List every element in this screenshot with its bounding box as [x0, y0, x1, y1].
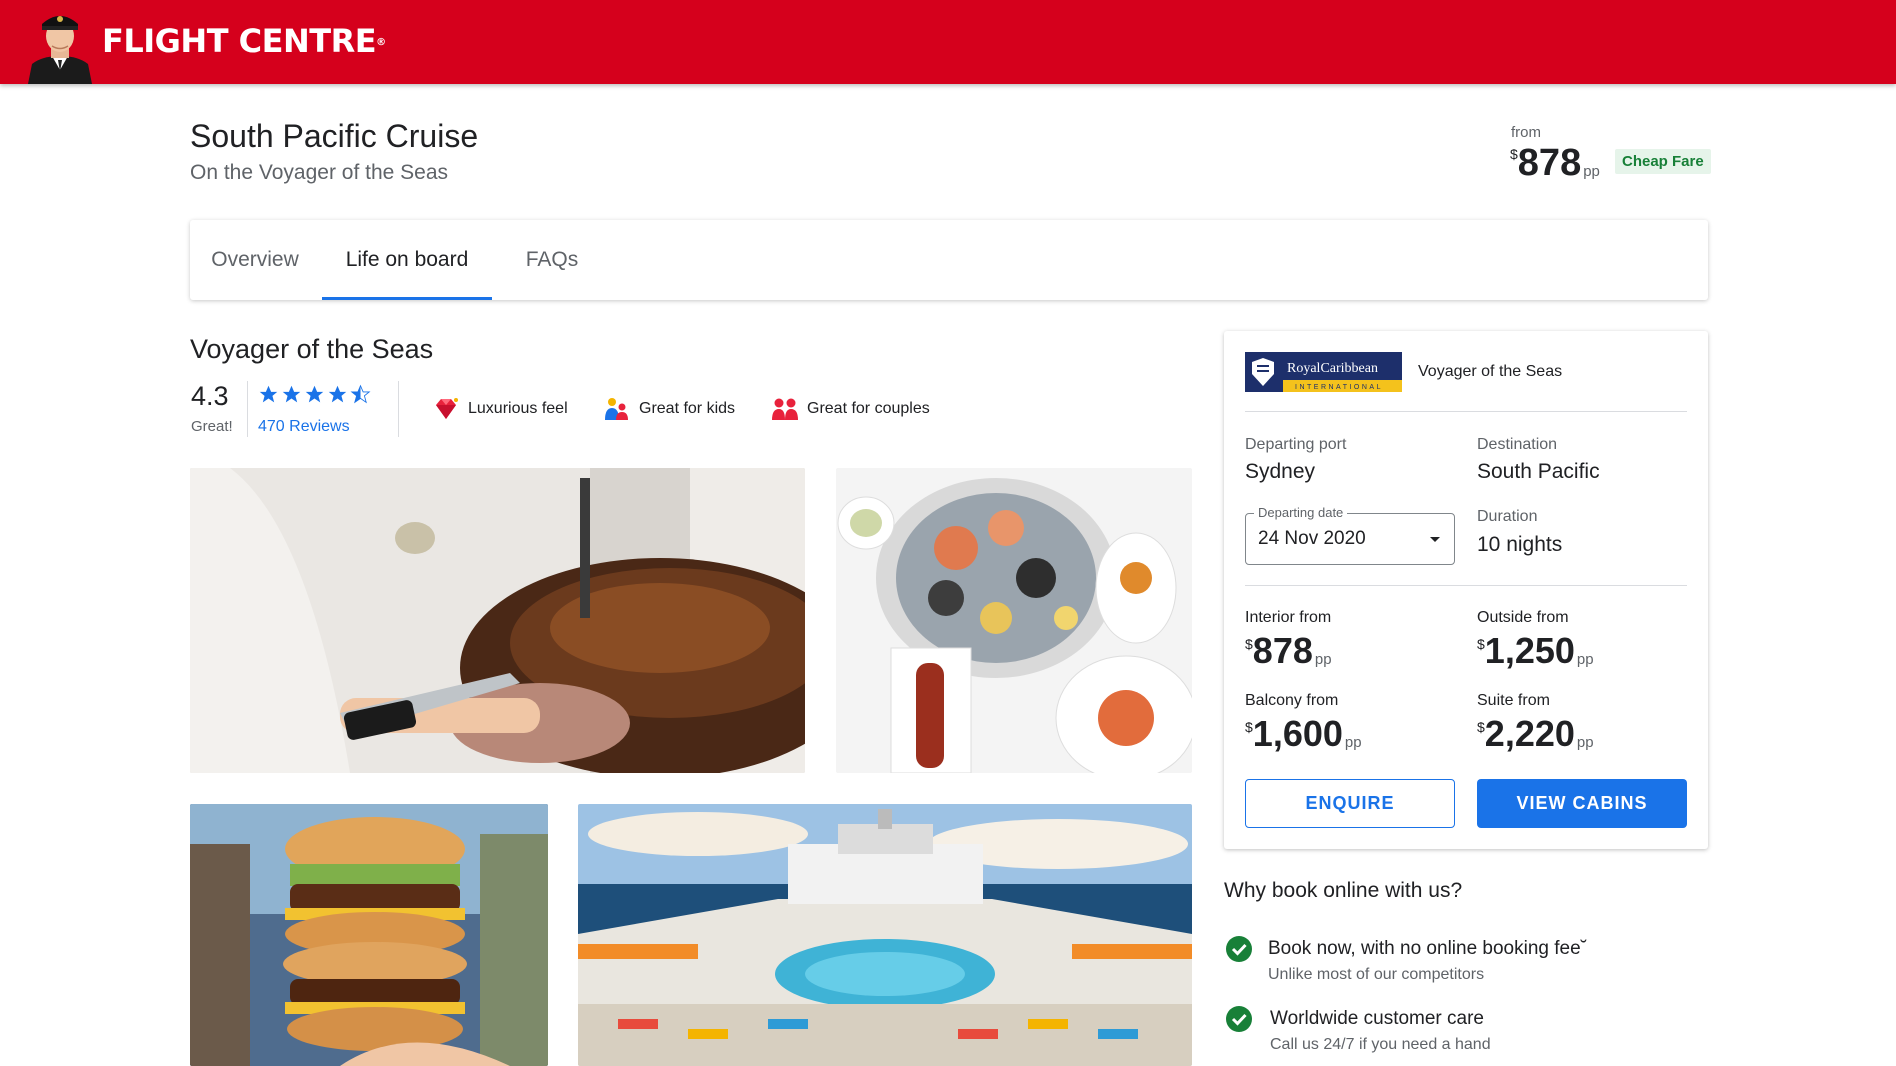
star-icon: [259, 385, 278, 403]
brand-logo[interactable]: FLIGHT CENTRE®: [102, 20, 386, 62]
currency-symbol: $: [1510, 146, 1518, 162]
why-item-subtitle: Unlike most of our competitors: [1268, 966, 1485, 983]
cabin-price: $ 2,220 pp: [1477, 714, 1594, 754]
tab-bar: Overview Life on board FAQs: [190, 220, 1708, 300]
pool-deck-image: [578, 804, 1192, 1066]
cabin-price-amount: 1,600: [1252, 713, 1343, 754]
chevron-down-icon: [1430, 537, 1440, 542]
departing-date-label: Departing date: [1254, 505, 1348, 520]
departing-port-value: Sydney: [1245, 460, 1316, 483]
burger-image: [190, 804, 548, 1066]
star-icon: [305, 385, 324, 403]
diamond-icon: [436, 398, 458, 419]
cabin-price-amount: 2,220: [1484, 713, 1575, 754]
check-circle-icon: [1226, 936, 1252, 962]
price-from-label: from: [1511, 124, 1541, 141]
destination-value: South Pacific: [1477, 460, 1600, 483]
departing-date-select[interactable]: Departing date 24 Nov 2020: [1245, 505, 1455, 565]
feature-luxurious: Luxurious feel: [432, 396, 568, 422]
feature-label: Great for couples: [807, 400, 930, 417]
duration-value: 10 nights: [1477, 533, 1563, 556]
per-person-label: pp: [1576, 734, 1594, 751]
page-title: South Pacific Cruise: [190, 118, 479, 154]
feature-label: Great for kids: [639, 400, 736, 417]
check-circle-icon: [1226, 1006, 1252, 1032]
divider: [247, 381, 248, 437]
logo-subtext: INTERNATIONAL: [1295, 384, 1383, 391]
why-item-title: Worldwide customer care: [1270, 1008, 1485, 1029]
photo-carving-roast[interactable]: [190, 468, 805, 773]
tab-overview[interactable]: Overview: [190, 220, 320, 300]
cabin-label: Balcony from: [1245, 692, 1339, 709]
header-price: $ 878 pp: [1510, 141, 1600, 185]
view-cabins-button[interactable]: VIEW CABINS: [1477, 779, 1687, 828]
per-person-label: pp: [1576, 651, 1594, 668]
per-person-label: pp: [1314, 651, 1332, 668]
destination-label: Destination: [1477, 436, 1558, 453]
star-icon: [328, 385, 347, 403]
site-header: FLIGHT CENTRE®: [0, 0, 1896, 84]
currency-symbol: $: [1245, 636, 1253, 652]
card-ship-name: Voyager of the Seas: [1418, 363, 1563, 380]
cabin-label: Suite from: [1477, 692, 1550, 709]
feature-couples: Great for couples: [771, 396, 930, 422]
rating-word: Great!: [191, 418, 233, 435]
duration-label: Duration: [1477, 508, 1538, 525]
photo-pool-deck[interactable]: [578, 804, 1192, 1066]
half-star-icon: [350, 384, 371, 404]
cabin-price-amount: 878: [1252, 630, 1313, 671]
photo-burger-stack[interactable]: [190, 804, 548, 1066]
cabin-price: $ 1,600 pp: [1245, 714, 1362, 754]
royal-caribbean-logo: RoyalCaribbean INTERNATIONAL: [1245, 352, 1402, 392]
cheap-fare-badge: Cheap Fare: [1615, 149, 1711, 174]
active-tab-indicator: [322, 297, 492, 300]
couple-icon: [772, 398, 798, 420]
currency-symbol: $: [1477, 719, 1485, 735]
cabin-label: Outside from: [1477, 609, 1569, 626]
star-rating: [258, 384, 371, 405]
why-item-subtitle: Call us 24/7 if you need a hand: [1270, 1036, 1491, 1053]
booking-card: RoyalCaribbean INTERNATIONAL Voyager of …: [1224, 331, 1708, 849]
page-subtitle: On the Voyager of the Seas: [190, 161, 449, 184]
tab-life-on-board[interactable]: Life on board: [322, 220, 492, 300]
tab-faqs[interactable]: FAQs: [492, 220, 612, 300]
photo-seafood-platter[interactable]: [836, 468, 1192, 773]
feature-label: Luxurious feel: [468, 400, 568, 417]
divider: [1245, 411, 1687, 412]
per-person-label: pp: [1344, 734, 1362, 751]
star-icon: [282, 385, 301, 403]
price-amount: 878: [1517, 142, 1582, 184]
why-item-title: Book now, with no online booking fee˘: [1268, 938, 1587, 959]
enquire-button[interactable]: ENQUIRE: [1245, 779, 1455, 828]
cabin-price: $ 1,250 pp: [1477, 631, 1594, 671]
cabin-price: $ 878 pp: [1245, 631, 1332, 671]
ship-name-heading: Voyager of the Seas: [190, 334, 434, 364]
divider: [398, 381, 399, 437]
currency-symbol: $: [1245, 719, 1253, 735]
seafood-image: [836, 468, 1192, 773]
currency-symbol: $: [1477, 636, 1485, 652]
departing-port-label: Departing port: [1245, 436, 1347, 453]
per-person-label: pp: [1583, 163, 1600, 180]
roast-image: [190, 468, 805, 773]
rating-score: 4.3: [191, 381, 229, 411]
feature-kids: Great for kids: [603, 396, 735, 422]
logo-text: RoyalCaribbean: [1287, 361, 1378, 376]
divider: [1245, 585, 1687, 586]
why-book-heading: Why book online with us?: [1224, 879, 1463, 902]
reviews-link[interactable]: 470 Reviews: [258, 418, 350, 436]
pilot-mascot-icon: [28, 16, 92, 84]
cabin-price-amount: 1,250: [1484, 630, 1575, 671]
cabin-label: Interior from: [1245, 609, 1332, 626]
departing-date-value: 24 Nov 2020: [1258, 528, 1366, 549]
family-icon: [605, 398, 628, 420]
